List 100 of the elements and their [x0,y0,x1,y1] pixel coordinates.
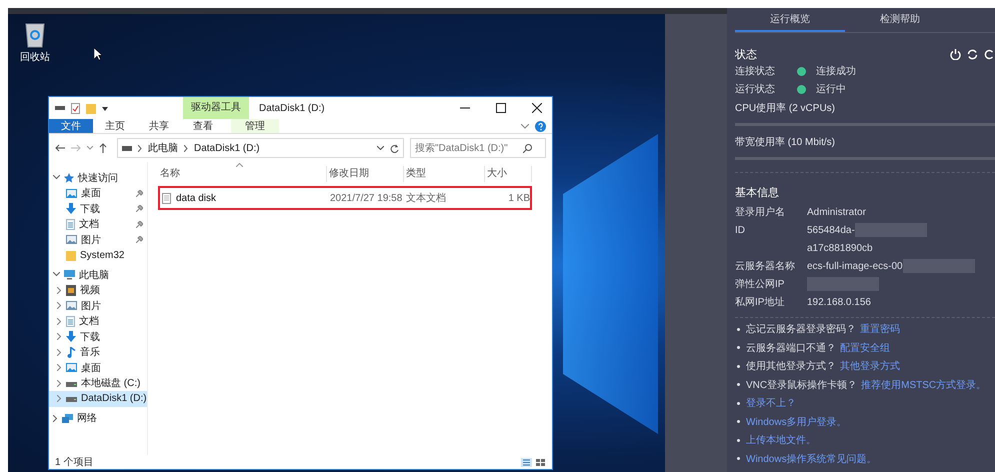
help-link[interactable]: 推荐使用MSTSC方式登录。 [861,378,986,392]
nav-tree-item[interactable]: 此电脑 [49,267,147,282]
chevron-right-icon[interactable] [184,144,188,152]
bullet-icon [737,457,740,460]
breadcrumb[interactable]: DataDisk1 (D:) [194,142,260,154]
nav-tree-item[interactable]: 本地磁盘 (C:) [49,376,147,391]
bullet-icon [737,402,740,405]
image-icon [66,363,77,372]
chevron-right-icon[interactable] [57,302,62,310]
bullet-icon [737,420,740,424]
text-file-icon [162,192,171,204]
large-icons-view-icon[interactable] [535,458,546,466]
folder-icon [66,250,76,261]
drive-icon [66,380,77,387]
ribbon-tab[interactable]: 共享 [137,119,181,133]
ribbon-tab[interactable]: 文件 [49,119,93,133]
column-header[interactable]: 类型 [404,166,485,182]
nav-tree-item[interactable]: 桌面 [49,360,147,376]
chevron-right-icon[interactable] [57,395,62,402]
ribbon-tab[interactable]: 管理 [231,119,279,133]
info-label: 云服务器名称 [735,260,796,273]
nav-tree-item[interactable]: 视频 [49,282,147,298]
caret-icon[interactable] [102,106,108,110]
section-title: 基本信息 [735,186,780,200]
pin-icon[interactable] [136,220,143,228]
drive-icon [122,146,132,150]
nav-tree-item[interactable]: 网络 [49,410,147,426]
info-value: Administrator [807,206,866,218]
chevron-right-icon[interactable] [53,414,58,422]
meter-label: CPU使用率 (2 vCPUs) [735,102,836,116]
help-link[interactable]: 其他登录方式 [840,359,900,374]
help-link[interactable]: 登录不上？ [746,396,796,410]
file-row[interactable]: data disk 2021/7/27 19:58 文本文档 1 KB [158,186,532,210]
status-label: 连接状态 [735,64,776,78]
drive-icon[interactable] [55,105,65,111]
nav-tree-item[interactable]: 音乐 [49,344,147,360]
chevron-right-icon[interactable] [57,286,62,294]
context-tab-group: 驱动器工具 [183,97,249,119]
bullet-icon [737,438,740,442]
help-link[interactable]: 上传本地文件。 [746,433,816,448]
panel-tab[interactable]: 运行概览 [735,8,845,32]
pin-icon[interactable] [136,205,143,212]
chevron-right-icon[interactable] [57,333,62,340]
status-value: 运行中 [816,82,846,96]
help-link[interactable]: Windows多用户登录。 [746,414,847,429]
pin-icon[interactable] [136,236,143,244]
help-question: 忘记云服务器登录密码？ [746,322,856,336]
sync-icon[interactable] [967,49,978,60]
document-icon [66,316,75,327]
chevron-right-icon[interactable] [57,348,62,356]
nav-tree-item[interactable]: 图片 [49,298,147,314]
info-label: 登录用户名 [735,206,786,219]
help-link[interactable]: 配置安全组 [840,340,890,355]
panel-tab[interactable]: 检测帮助 [845,8,955,32]
details-view-icon[interactable] [521,458,532,466]
chevron-right-icon[interactable] [138,144,142,152]
up-arrow-icon[interactable] [99,143,107,153]
search-field[interactable]: 搜索"DataDisk1 (D:)" [410,138,546,158]
back-arrow-icon[interactable] [55,144,65,152]
chevron-down-icon[interactable] [53,175,60,180]
column-header[interactable]: 修改日期 [327,166,404,182]
ribbon-tab[interactable]: 查看 [181,119,225,133]
chevron-right-icon[interactable] [57,380,62,387]
nav-tree-item[interactable]: 下载 [49,329,147,344]
help-icon[interactable] [535,120,546,132]
address-bar[interactable]: 此电脑 DataDisk1 (D:) [117,138,404,158]
file-size: 1 KB [507,192,530,204]
ribbon-tab[interactable]: 主页 [93,119,137,133]
close-icon[interactable] [532,103,542,113]
pin-icon[interactable] [136,190,143,197]
nav-tree-item[interactable]: 下载 [49,201,147,216]
help-link[interactable]: 重置密码 [860,322,900,336]
info-label: ID [735,224,746,236]
column-header[interactable]: 大小 [485,166,532,182]
maximize-icon[interactable] [496,103,506,113]
info-value: 565484da- [807,224,855,236]
chevron-down-icon[interactable] [53,272,60,278]
nav-tree-item[interactable]: 桌面 [49,186,147,201]
window-title: DataDisk1 (D:) [259,102,325,114]
nav-tree-item[interactable]: 快速访问 [49,170,147,186]
chevron-down-icon[interactable] [521,124,529,128]
chevron-down-icon[interactable] [377,146,384,150]
refresh-icon[interactable] [390,144,399,152]
breadcrumb[interactable]: 此电脑 [148,141,178,155]
bullet-icon [737,383,740,386]
info-label: 弹性公网IP [735,278,786,291]
column-header[interactable]: 名称 [158,166,327,182]
properties-icon[interactable] [71,102,80,114]
power-icon[interactable] [950,49,961,60]
chevron-right-icon[interactable] [57,318,62,325]
nav-tree-item[interactable]: 文档 [49,314,147,329]
nav-tree-item[interactable]: 图片 [49,232,147,248]
nav-tree-item[interactable]: DataDisk1 (D:) [49,391,147,406]
nav-tree-item[interactable]: System32 [49,248,147,263]
bullet-icon [737,364,740,368]
download-arrow-icon [66,203,76,214]
nav-tree-item[interactable]: 文档 [49,216,147,232]
chevron-right-icon[interactable] [57,364,62,372]
file-name: data disk [176,192,216,204]
help-link[interactable]: Windows操作系统常见问题。 [746,452,877,466]
